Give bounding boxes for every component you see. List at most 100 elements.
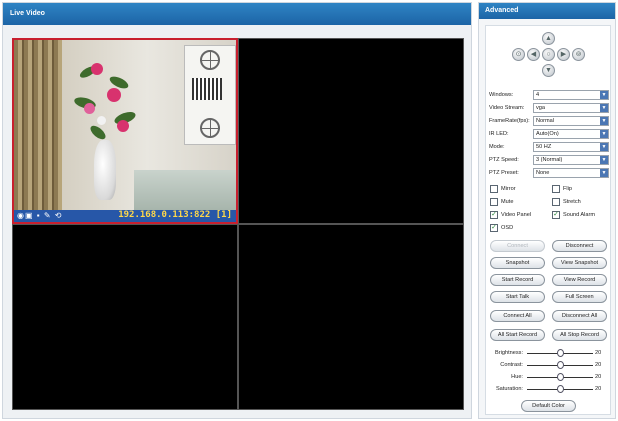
setting-framerate: FrameRate(fps): Normal ▼ <box>489 116 609 127</box>
setting-video-stream: Video Stream: vga ▼ <box>489 103 609 114</box>
setting-ir-led: IR LED: Auto(On) ▼ <box>489 129 609 140</box>
select-value: 50 HZ <box>536 144 552 150</box>
view-snapshot-button[interactable]: View Snapshot <box>552 257 607 269</box>
ptz-right-icon[interactable]: ▶ <box>557 48 570 61</box>
ptz-down-icon[interactable]: ▼ <box>542 64 555 77</box>
checkbox-box <box>552 198 560 206</box>
select-value: vga <box>536 105 546 111</box>
slider-thumb[interactable] <box>557 373 564 381</box>
camera-status-bar: ◉▣ ▪ ✎ ⟲ 192.168.0.113:822 [1] <box>14 210 236 222</box>
setting-label: Video Stream: <box>489 105 525 111</box>
ptz-home-left-icon[interactable]: ⊙ <box>512 48 525 61</box>
hue-slider-row: Hue: 20 <box>489 373 609 383</box>
video-stream-select[interactable]: vga ▼ <box>533 103 609 113</box>
mode-select[interactable]: 50 HZ ▼ <box>533 142 609 152</box>
slider-value: 20 <box>595 362 602 368</box>
slider-thumb[interactable] <box>557 349 564 357</box>
view-record-button[interactable]: View Record <box>552 274 607 286</box>
checkbox-box <box>490 198 498 206</box>
chevron-down-icon: ▼ <box>600 104 608 112</box>
check-icon: ✓ <box>490 224 498 232</box>
saturation-slider-row: Saturation: 20 <box>489 385 609 395</box>
check-icon: ✓ <box>490 211 498 219</box>
setting-ptz-preset: PTZ Preset: None ▼ <box>489 168 609 179</box>
checkbox-box <box>490 185 498 193</box>
setting-windows: Windows: 4 ▼ <box>489 90 609 101</box>
ir-led-select[interactable]: Auto(On) ▼ <box>533 129 609 139</box>
select-value: Auto(On) <box>536 131 559 137</box>
video-window-4[interactable] <box>238 224 464 410</box>
windows-select[interactable]: 4 ▼ <box>533 90 609 100</box>
camera-feed-image <box>14 40 236 210</box>
ptz-left-icon[interactable]: ◀ <box>527 48 540 61</box>
setting-label: Windows: <box>489 92 514 98</box>
video-window-3[interactable] <box>12 224 238 410</box>
snapshot-button[interactable]: Snapshot <box>490 257 545 269</box>
ptz-center-icon[interactable]: ○ <box>542 48 555 61</box>
video-window-2[interactable] <box>238 38 464 224</box>
checkbox-label: Flip <box>563 186 573 192</box>
setting-label: Mode: <box>489 144 505 150</box>
framerate-select[interactable]: Normal ▼ <box>533 116 609 126</box>
chevron-down-icon: ▼ <box>600 156 608 164</box>
slider-value: 20 <box>595 350 602 356</box>
slider-value: 20 <box>595 374 602 380</box>
select-value: 3 (Normal) <box>536 157 563 163</box>
chevron-down-icon: ▼ <box>600 130 608 138</box>
camera-control-icons[interactable]: ◉▣ ▪ ✎ ⟲ <box>17 211 62 220</box>
ptz-speed-select[interactable]: 3 (Normal) ▼ <box>533 155 609 165</box>
checkbox-label: Mirror <box>501 186 516 192</box>
app-root: Live Video ◉▣ ▪ ✎ ⟲ 192.168.0.113:822 [1… <box>0 0 618 421</box>
setting-label: PTZ Speed: <box>489 157 519 163</box>
check-icon: ✓ <box>552 211 560 219</box>
checkbox-label: OSD <box>501 225 514 231</box>
start-record-button[interactable]: Start Record <box>490 274 545 286</box>
setting-label: IR LED: <box>489 131 509 137</box>
slider-label: Brightness: <box>495 350 523 356</box>
contrast-slider-row: Contrast: 20 <box>489 361 609 371</box>
ptz-up-icon[interactable]: ▲ <box>542 32 555 45</box>
checkbox-box <box>552 185 560 193</box>
disconnect-button[interactable]: Disconnect <box>552 240 607 252</box>
slider-label: Hue: <box>511 374 523 380</box>
advanced-title: Advanced <box>479 3 615 19</box>
all-stop-record-button[interactable]: All Stop Record <box>552 329 607 341</box>
checkbox-label: Mute <box>501 199 514 205</box>
advanced-panel: Advanced ▲ ⊙ ◀ ○ ▶ ⊚ ▼ Windows: 4 ▼ Video… <box>478 2 616 419</box>
ptz-pad: ▲ ⊙ ◀ ○ ▶ ⊚ ▼ <box>486 26 612 86</box>
disconnect-all-button[interactable]: Disconnect All <box>552 310 607 322</box>
brightness-slider-row: Brightness: 20 <box>489 349 609 359</box>
video-window-1[interactable]: ◉▣ ▪ ✎ ⟲ 192.168.0.113:822 [1] <box>12 38 238 224</box>
slider-label: Contrast: <box>500 362 523 368</box>
setting-label: PTZ Preset: <box>489 170 519 176</box>
chevron-down-icon: ▼ <box>600 91 608 99</box>
default-color-button[interactable]: Default Color <box>521 400 576 412</box>
select-value: 4 <box>536 92 540 98</box>
start-talk-button[interactable]: Start Talk <box>490 291 545 303</box>
advanced-controls: ▲ ⊙ ◀ ○ ▶ ⊚ ▼ Windows: 4 ▼ Video Stream: … <box>485 25 611 415</box>
ptz-home-right-icon[interactable]: ⊚ <box>572 48 585 61</box>
slider-value: 20 <box>595 386 602 392</box>
connect-all-button[interactable]: Connect All <box>490 310 545 322</box>
full-screen-button[interactable]: Full Screen <box>552 291 607 303</box>
select-value: Normal <box>536 118 555 124</box>
connect-button[interactable]: Connect <box>490 240 545 252</box>
checkbox-label: Stretch <box>563 199 581 205</box>
camera-address: 192.168.0.113:822 [1] <box>118 210 232 220</box>
video-grid: ◉▣ ▪ ✎ ⟲ 192.168.0.113:822 [1] <box>12 38 464 410</box>
setting-ptz-speed: PTZ Speed: 3 (Normal) ▼ <box>489 155 609 166</box>
slider-thumb[interactable] <box>557 361 564 369</box>
checkbox-label: Video Panel <box>501 212 532 218</box>
checkbox-label: Sound Alarm <box>563 212 596 218</box>
setting-mode: Mode: 50 HZ ▼ <box>489 142 609 153</box>
chevron-down-icon: ▼ <box>600 117 608 125</box>
select-value: None <box>536 170 550 176</box>
live-video-panel: Live Video ◉▣ ▪ ✎ ⟲ 192.168.0.113:822 [1… <box>2 2 472 419</box>
setting-label: FrameRate(fps): <box>489 118 530 124</box>
all-start-record-button[interactable]: All Start Record <box>490 329 545 341</box>
chevron-down-icon: ▼ <box>600 169 608 177</box>
chevron-down-icon: ▼ <box>600 143 608 151</box>
slider-thumb[interactable] <box>557 385 564 393</box>
live-video-title: Live Video <box>3 3 471 25</box>
ptz-preset-select[interactable]: None ▼ <box>533 168 609 178</box>
